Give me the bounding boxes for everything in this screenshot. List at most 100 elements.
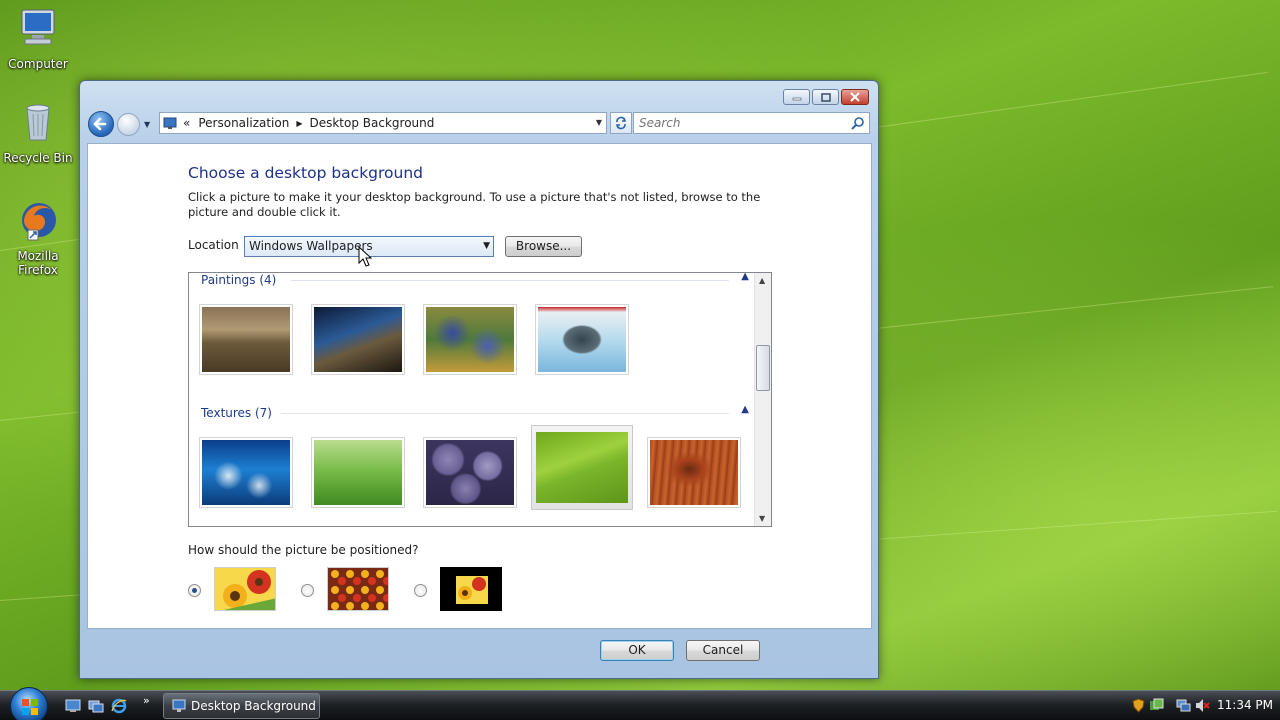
minimize-button[interactable] [783, 89, 810, 105]
ok-button[interactable]: OK [600, 640, 674, 661]
desktop-background-window: ▼ « Personalization ▶ Desktop Background… [79, 80, 879, 679]
history-dropdown-icon[interactable]: ▼ [144, 120, 150, 129]
location-select-value: Windows Wallpapers [249, 239, 373, 253]
refresh-icon [616, 116, 626, 130]
page-description: Click a picture to make it your desktop … [188, 190, 761, 219]
chevron-down-icon: ▼ [483, 241, 490, 251]
cancel-button[interactable]: Cancel [686, 640, 760, 661]
control-panel-icon [163, 117, 177, 129]
position-center-preview[interactable] [440, 567, 502, 611]
scroll-down-icon[interactable]: ▼ [759, 514, 765, 523]
back-arrow-icon [93, 117, 107, 131]
address-bar[interactable]: « Personalization ▶ Desktop Background ▼ [159, 112, 607, 134]
flower-tile-preview-icon [328, 568, 388, 610]
group-divider [281, 413, 729, 414]
desktop-icon-label-line1: Mozilla [17, 249, 59, 263]
wallpaper-thumb-texture-wood[interactable] [647, 437, 741, 508]
desktop-icon-label-line2: Firefox [18, 263, 58, 277]
security-shield-icon[interactable] [1131, 698, 1146, 713]
taskbar-button-desktop-background[interactable]: Desktop Background [163, 693, 320, 719]
content-pane: Choose a desktop background Click a pict… [87, 143, 872, 629]
computer-icon [21, 9, 55, 45]
taskbar-button-label: Desktop Background [191, 699, 316, 713]
search-box[interactable] [633, 112, 870, 134]
group-title: Paintings (4) [201, 273, 277, 287]
minimize-icon [792, 97, 801, 101]
taskbar-clock[interactable]: 11:34 PM [1217, 698, 1273, 712]
caption-buttons [783, 89, 869, 105]
flower-center-preview-icon [441, 568, 501, 610]
maximize-icon [820, 92, 831, 102]
scrollbar-thumb[interactable] [756, 345, 770, 391]
refresh-button[interactable] [610, 112, 632, 134]
flower-preview-icon [215, 568, 275, 610]
desktop-icon-label: Recycle Bin [3, 151, 73, 165]
search-input[interactable] [634, 113, 834, 133]
volume-muted-icon[interactable] [1195, 698, 1210, 713]
position-tile-preview[interactable] [327, 567, 389, 611]
thumbnail-image [426, 307, 514, 372]
group-header-paintings[interactable]: Paintings (4) ▲ [201, 273, 749, 287]
desktop-icon-computer[interactable]: Computer [0, 6, 76, 71]
wallpaper-thumb-texture-leaf[interactable] [531, 425, 633, 510]
address-chevron[interactable]: « [183, 116, 190, 130]
wallpaper-thumb-painting-irises[interactable] [423, 304, 517, 375]
position-radio-center[interactable] [414, 584, 427, 597]
recycle-bin-icon [26, 104, 50, 141]
wallpaper-thumb-texture-stones[interactable] [423, 437, 517, 508]
control-panel-icon [172, 699, 186, 712]
wallpaper-thumb-painting-koi[interactable] [535, 304, 629, 375]
page-title: Choose a desktop background [188, 164, 424, 182]
quick-launch-overflow-icon[interactable]: » [143, 694, 150, 707]
wallpaper-thumb-texture-fish[interactable] [199, 437, 293, 508]
windows-logo-icon [22, 699, 38, 715]
search-icon[interactable] [851, 116, 865, 130]
collapse-chevron-icon[interactable]: ▲ [741, 273, 749, 282]
position-radio-fit[interactable] [188, 584, 201, 597]
breadcrumb-desktop-background[interactable]: Desktop Background [309, 116, 434, 130]
group-title: Textures (7) [201, 406, 272, 420]
start-button[interactable] [10, 687, 48, 720]
wallpaper-thumb-painting-bridge[interactable] [311, 304, 405, 375]
browse-button[interactable]: Browse... [505, 236, 582, 257]
thumbnail-image [536, 432, 628, 503]
wallpaper-thumb-painting-park[interactable] [199, 304, 293, 375]
switch-windows-icon[interactable] [88, 698, 104, 714]
thumbnail-image [202, 440, 290, 505]
thumbnail-image [650, 440, 738, 505]
forward-button[interactable] [117, 113, 140, 136]
wallpaper-gallery: Paintings (4) ▲ Textures (7) ▲ ▲ ▼ [188, 272, 772, 527]
collapse-chevron-icon[interactable]: ▲ [741, 404, 749, 415]
back-button[interactable] [88, 111, 114, 137]
navigation-bar: ▼ « Personalization ▶ Desktop Background… [88, 111, 870, 137]
show-desktop-icon[interactable] [65, 698, 81, 714]
breadcrumb-separator-icon[interactable]: ▶ [296, 119, 302, 128]
position-radio-tile[interactable] [301, 584, 314, 597]
thumbnail-image [202, 307, 290, 372]
thumbnail-image [538, 307, 626, 372]
breadcrumb-personalization[interactable]: Personalization [198, 116, 289, 130]
mouse-cursor-icon [358, 246, 372, 267]
group-divider [291, 280, 729, 281]
position-fit-preview[interactable] [214, 567, 276, 611]
thumbnail-image [314, 440, 402, 505]
close-icon [850, 92, 860, 102]
group-header-textures[interactable]: Textures (7) ▲ [201, 404, 749, 420]
desktop-icon-firefox[interactable]: Mozilla Firefox [0, 198, 76, 277]
wallpaper-thumb-texture-grass[interactable] [311, 437, 405, 508]
close-button[interactable] [841, 89, 869, 105]
desktop-icon-label: Computer [8, 57, 68, 71]
gallery-scrollbar[interactable]: ▲ ▼ [754, 273, 771, 526]
internet-explorer-icon[interactable] [111, 698, 127, 714]
sync-center-icon[interactable] [1149, 698, 1164, 713]
network-icon[interactable] [1176, 698, 1191, 713]
location-label: Location [188, 238, 239, 252]
maximize-button[interactable] [812, 89, 839, 105]
address-dropdown-icon[interactable]: ▼ [596, 118, 602, 127]
position-question: How should the picture be positioned? [188, 543, 419, 557]
scroll-up-icon[interactable]: ▲ [759, 276, 765, 285]
firefox-icon [22, 203, 56, 241]
desktop-icon-recycle-bin[interactable]: Recycle Bin [0, 100, 76, 165]
thumbnail-image [426, 440, 514, 505]
taskbar: » Desktop Background 11:34 PM [0, 687, 1280, 720]
